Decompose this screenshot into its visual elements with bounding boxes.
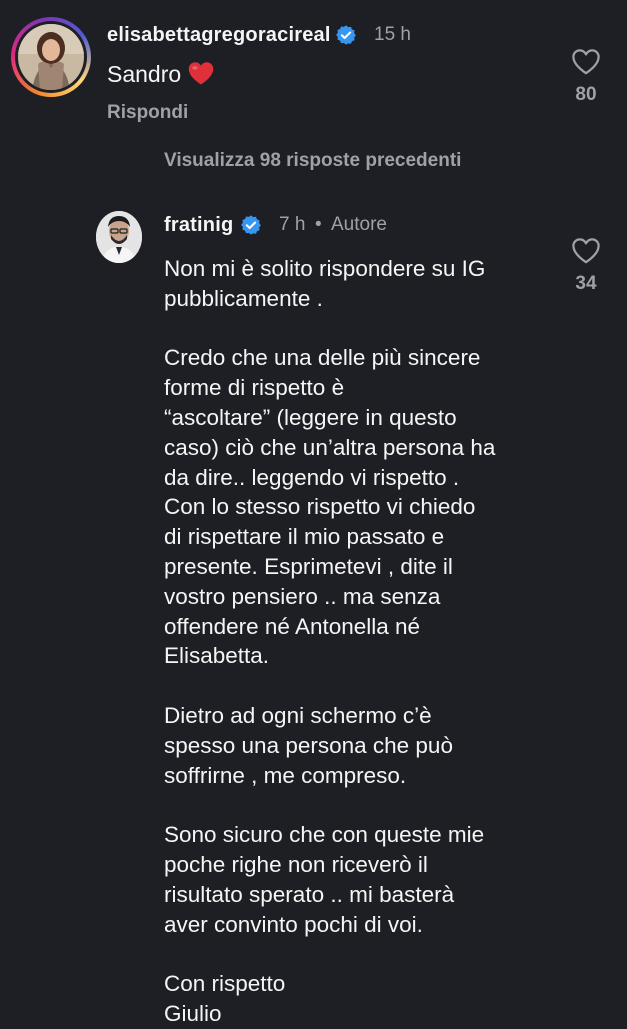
comment-text: Sandro: [107, 60, 215, 88]
heart-outline-icon[interactable]: [571, 237, 601, 265]
reply-like: 34: [561, 237, 611, 295]
reply-paragraph: Dietro ad ogni schermo c’è spesso una pe…: [164, 702, 453, 788]
reply-button[interactable]: Rispondi: [107, 102, 188, 124]
reply-timestamp: 7 h: [279, 214, 306, 235]
reply-text: Non mi è solito rispondere su IG pubblic…: [164, 254, 554, 1029]
heart-outline-icon[interactable]: [571, 48, 601, 76]
comment-timestamp: 15 h: [374, 24, 411, 45]
reply-paragraph: Sono sicuro che con queste mie poche rig…: [164, 822, 485, 937]
avatar: [18, 24, 84, 90]
verified-badge-icon: [241, 215, 261, 235]
reply-paragraph: Con rispetto Giulio: [164, 971, 286, 1026]
reply-paragraph: Non mi è solito rispondere su IG pubblic…: [164, 256, 486, 311]
red-heart-emoji-icon: [188, 62, 214, 85]
like-count: 80: [575, 84, 597, 105]
story-avatar[interactable]: [11, 17, 91, 97]
like-count: 34: [575, 273, 597, 294]
comment-text-content: Sandro: [107, 60, 182, 87]
comment-like: 80: [561, 48, 611, 106]
separator-dot: •: [315, 214, 322, 235]
verified-badge-icon: [336, 25, 356, 45]
reply-username[interactable]: fratinig: [164, 214, 233, 237]
reply-paragraph: Credo che una delle più sincere forme di…: [164, 345, 496, 669]
view-previous-replies-button[interactable]: Visualizza 98 risposte precedenti: [164, 150, 461, 172]
reply-avatar[interactable]: [96, 211, 142, 263]
author-badge: Autore: [331, 214, 387, 235]
comment-username[interactable]: elisabettagregoracireal: [107, 24, 331, 47]
